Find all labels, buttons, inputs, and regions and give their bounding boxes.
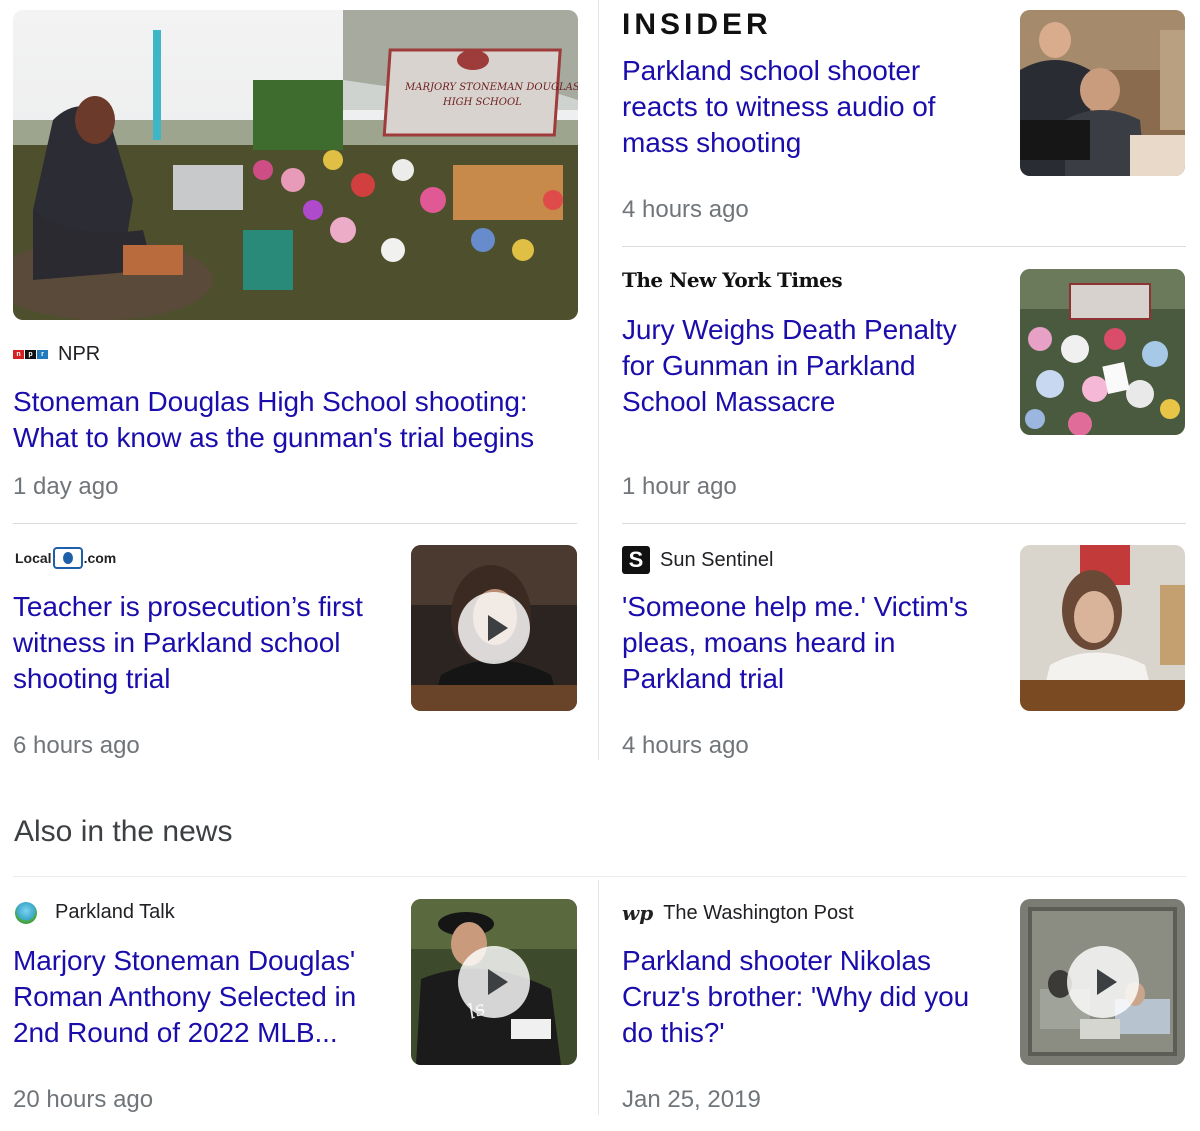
courtroom-photo — [1020, 10, 1185, 176]
local10-video-thumbnail[interactable] — [411, 545, 577, 711]
source-name: Sun Sentinel — [660, 548, 774, 571]
sun-sentinel-logo-icon: S — [622, 546, 650, 574]
logo-text-local: Local — [15, 550, 52, 566]
play-icon[interactable] — [458, 592, 530, 664]
local10-source[interactable]: Local .com — [15, 547, 116, 569]
sign-text: MARJORY STONEMAN DOUGLAS — [404, 82, 578, 93]
section-heading: Also in the news — [14, 815, 233, 848]
source-name: NPR — [58, 343, 101, 365]
parkland-talk-video-thumbnail[interactable]: ls — [411, 899, 577, 1065]
insider-story-image[interactable] — [1020, 10, 1185, 176]
npr-headline-link[interactable]: Stoneman Douglas High School shooting: W… — [13, 384, 578, 456]
washington-post-timestamp: Jan 25, 2019 — [622, 1086, 761, 1113]
divider — [13, 523, 577, 524]
source-name: The Washington Post — [663, 901, 854, 924]
washington-post-headline-link[interactable]: Parkland shooter Nikolas Cruz's brother:… — [622, 943, 1002, 1051]
column-divider — [598, 880, 599, 1115]
washington-post-logo-icon: wp — [622, 901, 654, 925]
play-icon[interactable] — [458, 946, 530, 1018]
source-name: Parkland Talk — [55, 901, 175, 923]
nyt-story-image[interactable] — [1020, 269, 1185, 435]
washington-post-video-thumbnail[interactable] — [1020, 899, 1185, 1065]
nyt-timestamp: 1 hour ago — [622, 473, 737, 500]
sun-sentinel-source[interactable]: S Sun Sentinel — [622, 546, 773, 574]
column-divider — [598, 0, 599, 760]
parkland-talk-timestamp: 20 hours ago — [13, 1086, 154, 1113]
parkland-talk-source[interactable]: Parkland Talk — [15, 901, 175, 924]
npr-source[interactable]: npr NPR — [13, 343, 100, 366]
nyt-logo-icon: The New York Times — [622, 268, 843, 292]
insider-headline-link[interactable]: Parkland school shooter reacts to witnes… — [622, 53, 992, 161]
divider — [622, 246, 1186, 247]
nyt-headline-link[interactable]: Jury Weighs Death Penalty for Gunman in … — [622, 312, 992, 420]
divider — [622, 523, 1186, 524]
nyt-source[interactable]: The New York Times — [622, 268, 843, 292]
local10-logo-icon: Local .com — [15, 547, 116, 569]
local10-timestamp: 6 hours ago — [13, 732, 140, 759]
local10-headline-link[interactable]: Teacher is prosecution’s first witness i… — [13, 589, 393, 697]
parkland-talk-logo-icon — [15, 901, 37, 924]
insider-logo-icon[interactable]: INSIDER — [622, 8, 772, 42]
memorial-flowers-photo — [1020, 269, 1185, 435]
sun-sentinel-story-image[interactable] — [1020, 545, 1185, 711]
sun-sentinel-timestamp: 4 hours ago — [622, 732, 749, 759]
npr-timestamp: 1 day ago — [13, 473, 119, 500]
npr-story-image[interactable]: MARJORY STONEMAN DOUGLAS HIGH SCHOOL — [13, 10, 578, 320]
courtroom-witness-photo — [1020, 545, 1185, 711]
insider-timestamp: 4 hours ago — [622, 196, 749, 223]
washington-post-source[interactable]: wp The Washington Post — [622, 901, 854, 925]
divider — [13, 876, 1186, 877]
logo-text-com: .com — [83, 550, 117, 566]
npr-logo-icon: npr — [13, 350, 48, 359]
parkland-talk-headline-link[interactable]: Marjory Stoneman Douglas' Roman Anthony … — [13, 943, 393, 1051]
sun-sentinel-headline-link[interactable]: 'Someone help me.' Victim's pleas, moans… — [622, 589, 1002, 697]
svg-text:HIGH SCHOOL: HIGH SCHOOL — [442, 97, 522, 108]
memorial-photo: MARJORY STONEMAN DOUGLAS HIGH SCHOOL — [13, 10, 578, 320]
play-icon[interactable] — [1066, 946, 1139, 1018]
